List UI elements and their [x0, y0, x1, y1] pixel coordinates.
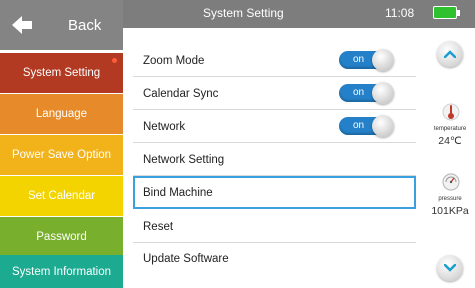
menu-item-label: System Information [11, 265, 112, 278]
setting-label: Calendar Sync [143, 87, 219, 100]
chevron-down-icon [444, 264, 456, 272]
setting-row-network-setting[interactable]: Network Setting [133, 143, 416, 176]
header-bar: System Setting 11:08 [123, 0, 475, 28]
page-title: System Setting [203, 6, 284, 20]
menu-item-system-setting[interactable]: System Setting [0, 53, 123, 93]
network-toggle[interactable]: on [339, 115, 394, 137]
menu-item-system-information[interactable]: System Information [0, 255, 123, 288]
active-indicator-dot [112, 58, 117, 63]
setting-row-bind-machine[interactable]: Bind Machine [133, 176, 416, 209]
toggle-knob [372, 115, 394, 137]
zoom-mode-toggle[interactable]: on [339, 49, 394, 71]
setting-label: Reset [143, 220, 174, 233]
battery-icon [433, 6, 457, 19]
left-menu: Back System Setting Language Power Save … [0, 0, 123, 288]
menu-item-label: Language [35, 108, 88, 120]
right-panel: temperature 24℃ pressure 101KPa [425, 28, 475, 288]
temperature-value: 24℃ [438, 135, 462, 147]
calendar-sync-toggle[interactable]: on [339, 82, 394, 104]
setting-row-calendar-sync[interactable]: Calendar Sync on [133, 77, 416, 110]
toggle-knob [372, 82, 394, 104]
toggle-state: on [353, 120, 365, 131]
back-button[interactable]: Back [0, 0, 123, 50]
pressure-gauge-icon [442, 173, 460, 191]
temperature-label: temperature [433, 126, 467, 132]
setting-label: Update Software [143, 252, 229, 265]
thermometer-icon [442, 103, 460, 121]
toggle-state: on [353, 87, 365, 98]
back-label: Back [68, 16, 102, 34]
setting-row-reset[interactable]: Reset [133, 210, 416, 243]
toggle-state: on [353, 54, 365, 65]
menu-item-label: Power Save Option [11, 149, 112, 161]
menu-item-set-calendar[interactable]: Set Calendar [0, 176, 123, 216]
menu-item-power-save-option[interactable]: Power Save Option [0, 135, 123, 175]
pressure-label: pressure [438, 196, 462, 202]
menu-item-label: System Setting [22, 67, 101, 79]
scroll-down-button[interactable] [437, 255, 463, 281]
scroll-up-button[interactable] [437, 41, 463, 67]
menu-item-password[interactable]: Password [0, 217, 123, 257]
back-arrow-icon [12, 16, 32, 34]
setting-row-update-software[interactable]: Update Software [133, 242, 416, 275]
setting-row-zoom-mode[interactable]: Zoom Mode on [133, 44, 416, 77]
pressure-value: 101KPa [431, 205, 469, 217]
toggle-knob [372, 49, 394, 71]
setting-label: Zoom Mode [143, 54, 205, 67]
setting-label: Bind Machine [143, 186, 213, 199]
setting-label: Network [143, 120, 186, 133]
setting-row-network[interactable]: Network on [133, 110, 416, 143]
menu-item-language[interactable]: Language [0, 94, 123, 134]
setting-label: Network Setting [143, 153, 225, 166]
settings-list: Zoom Mode on Calendar Sync on Network on… [123, 28, 425, 288]
chevron-up-icon [444, 50, 456, 58]
menu-item-label: Password [36, 231, 87, 243]
battery-tip [457, 10, 460, 16]
menu-item-label: Set Calendar [27, 190, 96, 202]
clock: 11:08 [385, 6, 415, 20]
device-screen: Back System Setting Language Power Save … [0, 0, 475, 288]
